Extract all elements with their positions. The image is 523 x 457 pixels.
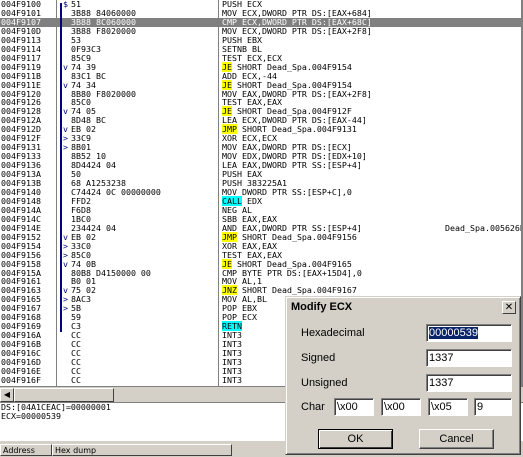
row-jump-marker: v <box>63 106 68 117</box>
signed-input[interactable]: 1337 <box>426 349 512 367</box>
unsigned-input[interactable]: 1337 <box>426 374 512 392</box>
hexadecimal-input[interactable]: 00000539 <box>426 324 512 342</box>
row-jump-marker: $ <box>63 0 68 9</box>
cancel-button[interactable]: Cancel <box>419 429 494 449</box>
row-hex-bytes: CC <box>71 374 81 385</box>
dump-column-hex[interactable]: Hex dump <box>52 444 232 456</box>
unsigned-label: Unsigned <box>301 377 348 389</box>
char-input-3[interactable]: 9 <box>474 398 512 416</box>
ok-button[interactable]: OK <box>318 429 393 449</box>
modify-register-dialog: Modify ECX ✕ Hexadecimal 00000539 Signed… <box>285 296 521 455</box>
column-divider <box>56 0 57 386</box>
row-jump-marker: v <box>63 61 68 72</box>
dialog-titlebar[interactable]: Modify ECX ✕ <box>289 300 517 316</box>
hexadecimal-value: 00000539 <box>429 327 478 339</box>
signed-label: Signed <box>301 352 336 364</box>
row-jump-marker: v <box>63 79 68 90</box>
row-instruction: INT3 <box>222 374 242 385</box>
row-address: 004F916F <box>1 374 41 385</box>
row-jump-marker: v <box>63 258 68 269</box>
char-input-0[interactable]: \x00 <box>334 398 374 416</box>
row-jump-marker: > <box>63 142 68 153</box>
close-icon[interactable]: ✕ <box>502 301 516 314</box>
dump-column-address[interactable]: Address <box>0 444 52 456</box>
char-input-2[interactable]: \x05 <box>428 398 468 416</box>
scroll-thumb[interactable] <box>14 388 114 402</box>
dialog-title: Modify ECX <box>291 301 353 313</box>
char-label: Char <box>301 401 325 413</box>
char-input-1[interactable]: \x00 <box>381 398 421 416</box>
hexadecimal-label: Hexadecimal <box>301 327 365 339</box>
column-divider <box>218 0 219 386</box>
row-comment: Dead_Spa.005626BC <box>445 222 523 233</box>
row-jump-marker: > <box>63 303 68 314</box>
scroll-left-button[interactable]: ◀ <box>0 388 14 402</box>
code-block-bracket <box>60 3 62 332</box>
